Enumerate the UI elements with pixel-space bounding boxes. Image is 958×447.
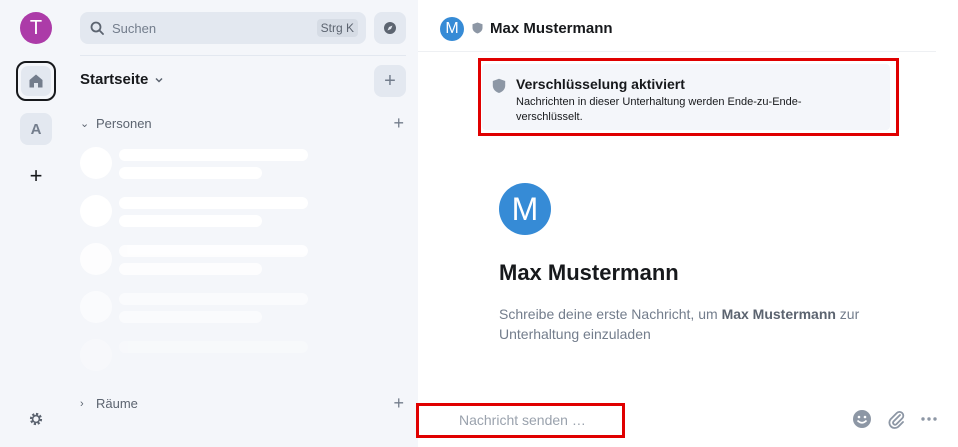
skeleton-avatar xyxy=(80,147,112,179)
search-shortcut: Strg K xyxy=(316,19,358,37)
intro-text-before: Schreibe deine erste Nachricht, um xyxy=(499,306,722,322)
search-label: Suchen xyxy=(112,20,157,36)
skeleton-line xyxy=(119,245,308,257)
skeleton-row xyxy=(80,291,320,323)
search-icon xyxy=(90,21,104,35)
skeleton-line xyxy=(119,311,262,323)
skeleton-line xyxy=(119,149,308,161)
skeleton-row xyxy=(80,339,320,371)
highlight-composer xyxy=(416,403,625,438)
composer-actions xyxy=(852,409,938,429)
skeleton-avatar xyxy=(80,195,112,227)
home-space-button[interactable] xyxy=(16,61,56,101)
intro-text-name: Max Mustermann xyxy=(721,306,836,322)
chevron-right-icon: › xyxy=(80,397,84,410)
skeleton-line xyxy=(119,167,262,179)
room-header[interactable]: M Max Mustermann xyxy=(418,0,936,52)
dm-intro-text: Schreibe deine erste Nachricht, um Max M… xyxy=(499,304,919,344)
home-title: Startseite xyxy=(80,71,149,88)
shield-icon xyxy=(472,22,483,34)
search-button[interactable]: Suchen Strg K xyxy=(80,12,366,44)
paperclip-icon[interactable] xyxy=(886,409,906,429)
space-rail: T A + xyxy=(0,0,68,447)
add-room-section-button[interactable]: + xyxy=(393,393,404,414)
add-space-button[interactable]: + xyxy=(24,165,48,189)
skeleton-row xyxy=(80,243,320,275)
section-people-label: Personen xyxy=(96,116,152,131)
section-people[interactable]: ⌄ Personen + xyxy=(80,113,406,134)
skeleton-line xyxy=(119,197,308,209)
skeleton-line xyxy=(119,263,262,275)
home-icon xyxy=(29,74,43,88)
chevron-down-icon xyxy=(155,77,163,83)
skeleton-row xyxy=(80,195,320,227)
divider xyxy=(80,55,406,56)
skeleton-line xyxy=(119,215,262,227)
space-a-button[interactable]: A xyxy=(20,113,52,145)
compass-icon xyxy=(384,22,396,34)
skeleton-avatar xyxy=(80,243,112,275)
highlight-encryption-notice xyxy=(478,58,899,136)
explore-rooms-button[interactable] xyxy=(374,12,406,44)
dm-name: Max Mustermann xyxy=(499,260,679,285)
skeleton-line xyxy=(119,293,308,305)
gear-icon xyxy=(29,412,43,426)
user-avatar[interactable]: T xyxy=(20,12,52,44)
room-avatar[interactable]: M xyxy=(440,17,464,41)
skeleton-avatar xyxy=(80,339,112,371)
home-context-menu[interactable]: Startseite xyxy=(80,71,164,88)
section-rooms[interactable]: › Räume + xyxy=(80,393,406,414)
quick-settings-button[interactable] xyxy=(24,407,48,431)
section-rooms-label: Räume xyxy=(96,396,138,411)
room-name[interactable]: Max Mustermann xyxy=(490,20,613,37)
skeleton-line xyxy=(119,341,308,353)
add-person-button[interactable]: + xyxy=(393,113,404,134)
skeleton-row xyxy=(80,147,320,179)
skeleton-avatar xyxy=(80,291,112,323)
dm-avatar[interactable]: M xyxy=(499,183,551,235)
more-options-icon[interactable] xyxy=(920,409,938,429)
room-list-panel: Suchen Strg K Startseite + ⌄ Personen + xyxy=(68,0,418,447)
add-room-button[interactable]: + xyxy=(374,65,406,97)
emoji-icon[interactable] xyxy=(852,409,872,429)
chevron-down-icon: ⌄ xyxy=(80,118,90,130)
